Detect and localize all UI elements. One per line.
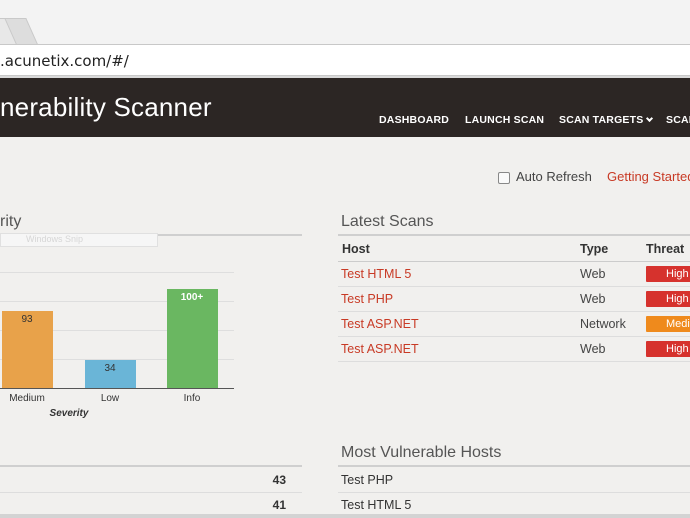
threat-badge: High xyxy=(646,266,690,282)
severity-chart: 93 Medium 34 Low 100+ Info Severity xyxy=(0,258,240,424)
nav-launch-scan[interactable]: LAUNCH SCAN xyxy=(465,114,544,126)
nav-scan-targets-label: SCAN TARGETS xyxy=(559,114,644,126)
scan-host-link[interactable]: Test PHP xyxy=(341,292,393,306)
threat-badge: High xyxy=(646,291,690,307)
vulnerable-hosts-rule xyxy=(338,465,690,467)
nav-scans[interactable]: SCAN xyxy=(666,114,690,126)
chart-data-label: 100+ xyxy=(180,291,204,303)
screen: .acunetix.com/#/ nerability Scanner DASH… xyxy=(0,0,690,518)
auto-refresh-checkbox[interactable] xyxy=(498,172,510,184)
chevron-down-icon xyxy=(646,114,654,123)
nav-dashboard[interactable]: DASHBOARD xyxy=(379,114,449,126)
scan-host-link[interactable]: Test ASP.NET xyxy=(341,317,419,331)
chart-data-label: 34 xyxy=(104,362,116,374)
chart-x-title: Severity xyxy=(49,408,89,419)
table-row[interactable]: Test PHP Web High xyxy=(338,287,690,312)
threat-badge: High xyxy=(646,341,690,357)
ghost-overlay-text: Windows Snip xyxy=(26,234,84,244)
chart-data-label: 93 xyxy=(21,313,33,325)
chart-gridline xyxy=(0,272,234,273)
scan-type: Web xyxy=(580,267,606,281)
latest-scans-rule xyxy=(338,234,690,236)
threat-badge: Medium xyxy=(646,316,690,332)
nav-scan-targets[interactable]: SCAN TARGETS xyxy=(559,114,654,126)
scan-type: Web xyxy=(580,292,606,306)
scan-type: Web xyxy=(580,342,606,356)
chart-tick-label: Info xyxy=(183,393,201,404)
column-header-type[interactable]: Type xyxy=(580,242,608,256)
chart-tick-label: Medium xyxy=(9,393,45,404)
app-title: nerability Scanner xyxy=(0,92,212,122)
chart-tick-label: Low xyxy=(100,393,120,404)
count-row: 43 xyxy=(0,468,302,493)
scan-type: Network xyxy=(580,317,626,331)
severity-panel-title: rity xyxy=(0,213,22,230)
chart-bar-info[interactable] xyxy=(166,288,218,388)
auto-refresh-label[interactable]: Auto Refresh xyxy=(516,169,592,184)
column-header-host[interactable]: Host xyxy=(342,242,370,256)
dashboard-toolbar: Auto Refresh Getting Started xyxy=(0,160,690,194)
list-item[interactable]: Test PHP xyxy=(338,468,690,493)
getting-started-link[interactable]: Getting Started xyxy=(607,169,690,184)
bottom-edge xyxy=(0,514,690,518)
chart-x-axis xyxy=(0,388,234,389)
counts-rule xyxy=(0,465,302,467)
scan-host-link[interactable]: Test HTML 5 xyxy=(341,267,411,281)
count-value: 43 xyxy=(272,473,286,487)
latest-scans-title: Latest Scans xyxy=(341,213,434,230)
count-value: 41 xyxy=(272,498,286,512)
table-row[interactable]: Test ASP.NET Web High xyxy=(338,337,690,362)
table-row[interactable]: Test ASP.NET Network Medium xyxy=(338,312,690,337)
url-text[interactable]: .acunetix.com/#/ xyxy=(0,52,129,70)
vulnerable-host[interactable]: Test PHP xyxy=(341,473,393,487)
browser-tabstrip xyxy=(0,0,690,44)
app-header: nerability Scanner DASHBOARD LAUNCH SCAN… xyxy=(0,78,690,137)
column-header-threat[interactable]: Threat xyxy=(646,242,684,256)
address-bar[interactable]: .acunetix.com/#/ xyxy=(0,44,690,76)
vulnerable-host[interactable]: Test HTML 5 xyxy=(341,498,411,512)
scan-host-link[interactable]: Test ASP.NET xyxy=(341,342,419,356)
table-row[interactable]: Test HTML 5 Web High xyxy=(338,262,690,287)
vulnerable-hosts-title: Most Vulnerable Hosts xyxy=(341,444,502,461)
